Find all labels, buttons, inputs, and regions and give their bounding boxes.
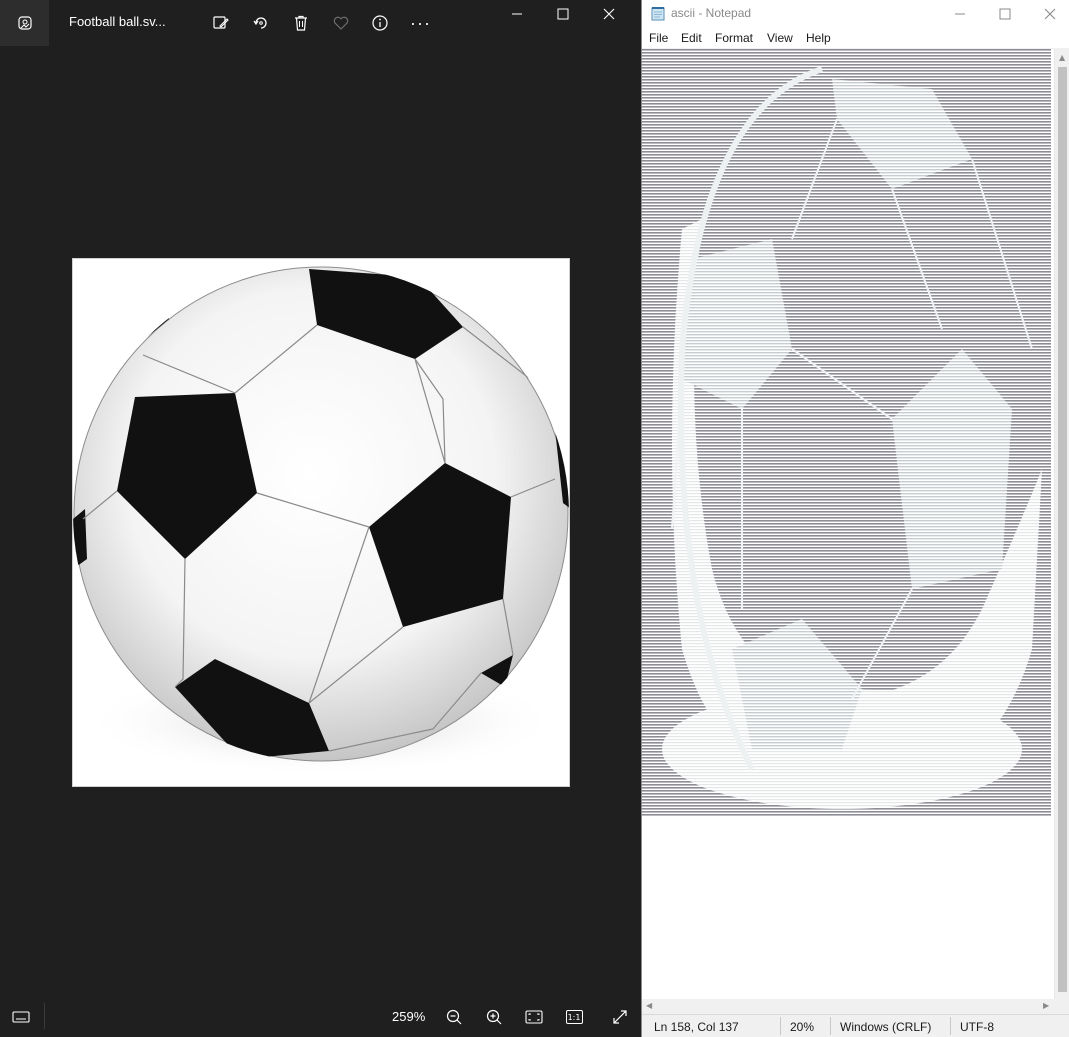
menu-help[interactable]: Help xyxy=(806,31,831,45)
zoom-in-icon[interactable] xyxy=(483,1006,505,1028)
zoom-percentage: 20% xyxy=(790,1020,815,1034)
zoom-out-icon[interactable] xyxy=(443,1006,465,1028)
filmstrip-icon[interactable] xyxy=(10,1006,32,1028)
menu-format[interactable]: Format xyxy=(715,31,753,45)
more-label: ... xyxy=(410,9,432,29)
encoding: UTF-8 xyxy=(960,1020,994,1034)
line-endings: Windows (CRLF) xyxy=(840,1020,932,1034)
menu-edit[interactable]: Edit xyxy=(681,31,702,45)
displayed-image-soccer-ball[interactable] xyxy=(72,258,570,787)
photos-maximize-button[interactable] xyxy=(553,4,573,24)
close-icon xyxy=(1044,8,1056,20)
menu-file[interactable]: File xyxy=(649,31,668,45)
cursor-position: Ln 158, Col 137 xyxy=(654,1020,739,1034)
photos-close-button[interactable] xyxy=(599,4,619,24)
edit-image-icon[interactable] xyxy=(209,11,233,35)
photos-minimize-button[interactable] xyxy=(507,4,527,24)
maximize-icon xyxy=(999,8,1011,20)
photos-app-icon[interactable] xyxy=(0,0,49,46)
actual-size-icon[interactable]: 1:1 xyxy=(563,1006,585,1028)
more-icon[interactable]: ... xyxy=(409,9,433,35)
notepad-icon xyxy=(651,7,665,21)
photos-file-title: Football ball.sv... xyxy=(69,14,166,29)
notepad-titlebar: ascii - Notepad xyxy=(642,0,1069,28)
delete-icon[interactable] xyxy=(289,11,313,35)
scroll-left-icon[interactable]: ◀ xyxy=(646,1001,652,1010)
fullscreen-icon[interactable] xyxy=(609,1006,631,1028)
notepad-text-area[interactable] xyxy=(642,49,1054,999)
scrollbar-thumb[interactable] xyxy=(1058,67,1067,992)
photos-window: Football ball.sv... ... 259% 1:1 xyxy=(0,0,641,1037)
notepad-horizontal-scrollbar[interactable]: ◀ ▶ xyxy=(642,999,1054,1014)
status-divider xyxy=(780,1017,781,1035)
notepad-close-button[interactable] xyxy=(1040,4,1060,24)
notepad-window: ascii - Notepad File Edit Format View He… xyxy=(641,0,1069,1037)
scroll-up-icon[interactable]: ▲ xyxy=(1059,53,1065,62)
menu-view[interactable]: View xyxy=(767,31,793,45)
photos-titlebar: Football ball.sv... ... xyxy=(0,0,641,46)
toolbar-divider xyxy=(44,1003,45,1029)
zoom-level: 259% xyxy=(392,1009,426,1024)
minimize-icon xyxy=(512,13,522,15)
info-icon[interactable] xyxy=(368,11,392,35)
actual-size-label: 1:1 xyxy=(565,1010,583,1024)
photos-bottom-toolbar: 259% 1:1 xyxy=(0,997,641,1037)
notepad-maximize-button[interactable] xyxy=(995,4,1015,24)
notepad-menubar: File Edit Format View Help xyxy=(642,28,1069,49)
minimize-icon xyxy=(955,13,965,15)
notepad-status-bar: Ln 158, Col 137 20% Windows (CRLF) UTF-8 xyxy=(642,1014,1069,1037)
soccer-ball-illustration xyxy=(73,266,569,776)
status-divider xyxy=(950,1017,951,1035)
rotate-icon[interactable] xyxy=(249,11,273,35)
status-divider xyxy=(830,1017,831,1035)
scrollbar-corner xyxy=(1054,999,1069,1014)
close-icon xyxy=(603,8,615,20)
maximize-icon xyxy=(557,8,569,20)
notepad-vertical-scrollbar[interactable]: ▲ xyxy=(1054,49,1069,999)
notepad-minimize-button[interactable] xyxy=(950,4,970,24)
heart-icon[interactable] xyxy=(329,11,353,35)
ascii-art-text xyxy=(642,49,1051,817)
notepad-title: ascii - Notepad xyxy=(671,6,752,20)
scroll-right-icon[interactable]: ▶ xyxy=(1043,1001,1049,1010)
fit-to-window-icon[interactable] xyxy=(523,1006,545,1028)
